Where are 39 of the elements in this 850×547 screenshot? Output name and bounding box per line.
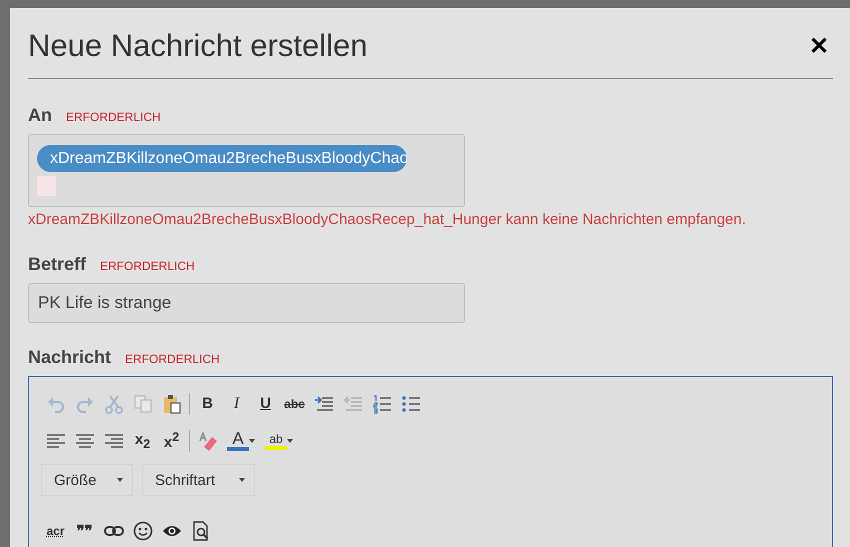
italic-button[interactable]: I bbox=[222, 390, 251, 416]
required-label: ERFORDERLICH bbox=[100, 259, 195, 273]
required-label: ERFORDERLICH bbox=[125, 352, 220, 366]
highlight-button[interactable]: ab bbox=[260, 428, 298, 454]
field-label: An bbox=[28, 105, 52, 126]
dropdown[interactable]: Größe bbox=[41, 464, 133, 496]
field-label: Betreff bbox=[28, 254, 86, 275]
indent-icon bbox=[314, 394, 334, 414]
subscript-button[interactable]: x$_{2}$ bbox=[128, 428, 157, 454]
copy-icon bbox=[132, 394, 152, 414]
text-color-button[interactable]: A bbox=[222, 428, 260, 454]
field-label: Nachricht bbox=[28, 347, 112, 368]
scissors-icon bbox=[104, 394, 124, 414]
smiley-icon bbox=[132, 520, 152, 540]
color-bar bbox=[227, 447, 249, 451]
superscript-button[interactable]: x$^{2}$ bbox=[157, 428, 186, 454]
caret-icon bbox=[117, 478, 123, 482]
outdent-icon bbox=[342, 394, 362, 414]
dialog-title: Neue Nachricht erstellen bbox=[28, 28, 368, 64]
error-message: xDreamZBKillzoneOmau2BrecheBusxBloodyChaosRecep_hat_Hunger kann keine Nachrichten empfangen. bbox=[28, 211, 747, 228]
caret-icon bbox=[287, 438, 293, 442]
bulleted-list-icon bbox=[400, 394, 420, 414]
recipient-input[interactable] bbox=[37, 176, 56, 196]
caret-icon bbox=[239, 478, 245, 482]
strike-button[interactable]: abc bbox=[280, 390, 309, 416]
quote-button[interactable]: ❞❞ bbox=[70, 518, 99, 544]
color-bar bbox=[265, 446, 287, 450]
dropdown[interactable]: Schriftart bbox=[142, 464, 255, 496]
numbered-list-icon bbox=[372, 394, 392, 414]
underline-button[interactable]: U bbox=[251, 390, 280, 416]
bold-button[interactable]: B bbox=[193, 390, 222, 416]
eraser-icon bbox=[198, 430, 218, 450]
document-search-icon bbox=[190, 520, 210, 540]
close-button[interactable]: ✕ bbox=[809, 32, 833, 60]
required-label: ERFORDERLICH bbox=[66, 110, 161, 124]
acronym-button[interactable]: acr bbox=[41, 518, 70, 544]
caret-icon bbox=[249, 438, 255, 442]
clipboard-icon bbox=[162, 394, 182, 414]
subject-field[interactable]: PK Life is strange bbox=[28, 283, 465, 323]
